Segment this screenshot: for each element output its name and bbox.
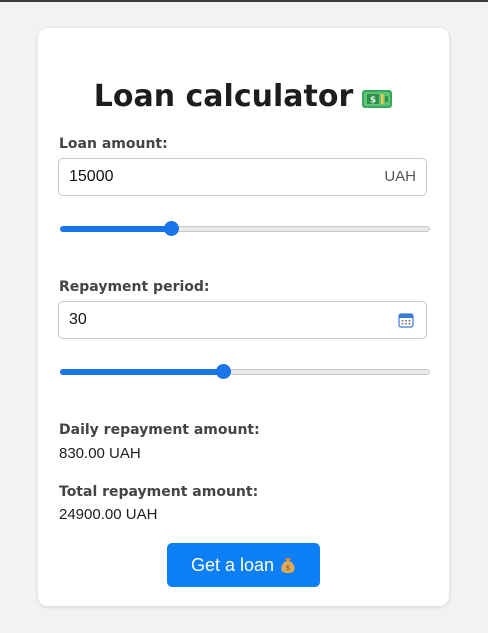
loan-amount-input[interactable] xyxy=(69,159,369,195)
loan-amount-slider[interactable] xyxy=(60,221,430,237)
svg-text:$: $ xyxy=(286,564,290,572)
loan-amount-label: Loan amount: xyxy=(59,136,168,152)
repayment-period-input[interactable] xyxy=(69,302,369,338)
repayment-period-label: Repayment period: xyxy=(59,279,210,295)
currency-unit: UAH xyxy=(384,168,416,185)
calendar-icon[interactable] xyxy=(398,312,414,328)
title-text: Loan calculator xyxy=(93,78,354,114)
repayment-period-field[interactable] xyxy=(58,301,427,339)
slider-fill xyxy=(60,369,223,375)
loan-calculator-card: Loan calculator $ Loan amount: UAH Repay… xyxy=(38,28,449,606)
money-icon: $ xyxy=(361,84,393,108)
get-loan-button[interactable]: Get a loan $ xyxy=(167,543,320,587)
page-title: Loan calculator $ xyxy=(38,76,449,116)
svg-text:$: $ xyxy=(370,96,376,106)
slider-thumb[interactable] xyxy=(215,364,231,379)
slider-thumb[interactable] xyxy=(164,221,179,236)
repayment-period-slider[interactable] xyxy=(60,364,430,380)
total-repayment-label: Total repayment amount: xyxy=(59,484,259,500)
daily-repayment-label: Daily repayment amount: xyxy=(59,422,260,438)
money-bag-icon: $ xyxy=(280,556,296,574)
get-loan-label: Get a loan xyxy=(190,554,275,575)
total-repayment-value: 24900.00 UAH xyxy=(59,506,158,523)
daily-repayment-value: 830.00 UAH xyxy=(59,445,141,462)
loan-amount-field[interactable]: UAH xyxy=(58,158,427,196)
slider-fill xyxy=(60,226,171,232)
